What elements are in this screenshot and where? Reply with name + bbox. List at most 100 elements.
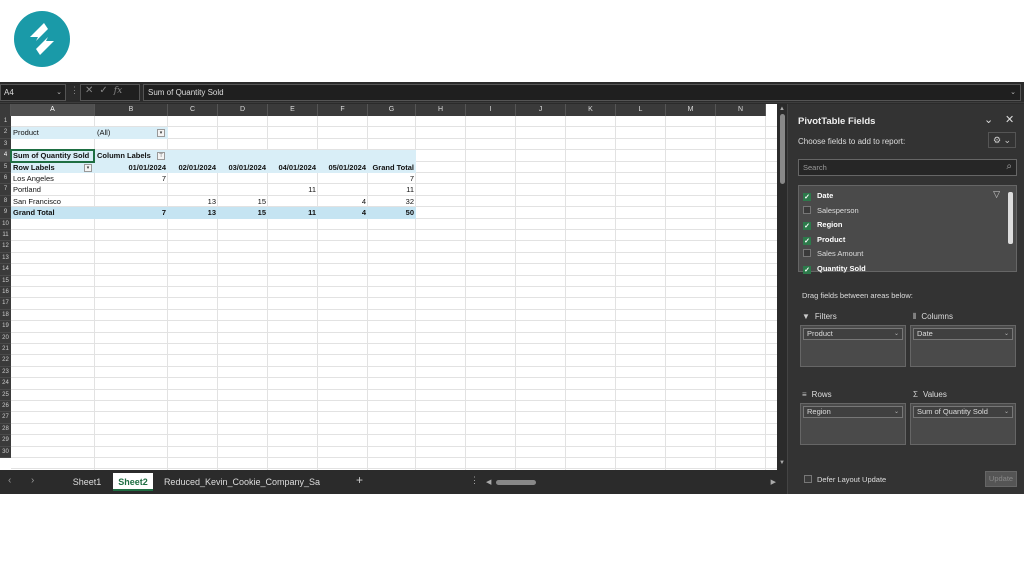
insert-function-icon[interactable]: fx — [114, 86, 122, 96]
row-header[interactable]: 16 — [0, 287, 11, 299]
pivot-filter-label[interactable]: Product — [11, 127, 95, 138]
pivot-value-cell[interactable]: 32 — [368, 196, 416, 207]
filter-icon[interactable]: ⊤ — [157, 152, 165, 161]
pivot-date-header[interactable]: 01/01/2024 — [95, 162, 168, 173]
pivot-value-cell[interactable] — [218, 173, 268, 184]
pivot-total-cell[interactable]: 7 — [95, 207, 168, 218]
scroll-right-icon[interactable]: ▶ — [771, 478, 776, 486]
field-item[interactable]: ✓ Quantity Sold — [803, 262, 866, 275]
pivot-value-cell[interactable]: 13 — [168, 196, 218, 207]
pivot-value-cell[interactable]: 4 — [318, 196, 368, 207]
select-all-corner[interactable] — [0, 104, 11, 116]
defer-layout-checkbox[interactable]: Defer Layout Update — [804, 475, 886, 484]
columns-area[interactable]: Date ⌄ — [910, 325, 1016, 367]
column-header[interactable]: E — [268, 104, 318, 116]
pivot-date-header[interactable]: 04/01/2024 — [268, 162, 318, 173]
pivot-row-label[interactable]: San Francisco — [11, 196, 95, 207]
pivot-value-cell[interactable] — [318, 173, 368, 184]
chevron-down-icon[interactable]: ⌄ — [894, 407, 899, 417]
filters-area[interactable]: Product ⌄ — [800, 325, 906, 367]
row-header[interactable]: 26 — [0, 401, 11, 413]
scroll-thumb[interactable] — [496, 480, 536, 485]
values-area[interactable]: Sum of Quantity Sold ⌄ — [910, 403, 1016, 445]
row-header[interactable]: 14 — [0, 264, 11, 276]
vertical-scrollbar[interactable]: ▲ ▼ — [778, 104, 787, 470]
column-header[interactable]: F — [318, 104, 368, 116]
pivot-value-cell[interactable]: 11 — [368, 184, 416, 195]
horizontal-scrollbar[interactable]: ◀ ▶ — [484, 478, 776, 487]
pivot-date-header[interactable]: 02/01/2024 — [168, 162, 218, 173]
pivot-value-cell[interactable] — [95, 196, 168, 207]
pivot-value-cell[interactable]: 11 — [268, 184, 318, 195]
field-item[interactable]: Sales Amount — [803, 247, 863, 260]
expand-formula-icon[interactable]: ⌄ — [1010, 88, 1016, 96]
scroll-up-icon[interactable]: ▲ — [779, 106, 785, 112]
row-header[interactable]: 11 — [0, 230, 11, 242]
checkbox[interactable]: ✓ — [803, 222, 811, 230]
sheet-tab[interactable]: Reduced_Kevin_Cookie_Company_Sa — [160, 473, 324, 491]
row-header[interactable]: 17 — [0, 298, 11, 310]
row-header[interactable]: 29 — [0, 435, 11, 447]
pivot-date-header[interactable]: 05/01/2024 — [318, 162, 368, 173]
column-header[interactable]: B — [95, 104, 168, 116]
worksheet-grid[interactable]: A B C D E F G H I J K L M N 1 2 3 4 5 6 7 8 9 10 11 12 13 14 15 16 17 1… — [0, 104, 777, 470]
column-header[interactable]: J — [516, 104, 566, 116]
column-header[interactable]: K — [566, 104, 616, 116]
filters-field-pill[interactable]: Product ⌄ — [803, 328, 903, 340]
chevron-down-icon[interactable]: ⌄ — [1004, 407, 1009, 417]
add-sheet-icon[interactable]: + — [356, 473, 363, 487]
pivot-value-cell[interactable] — [95, 184, 168, 195]
chevron-down-icon[interactable]: ⌄ — [56, 88, 62, 96]
checkbox[interactable]: ✓ — [803, 265, 811, 274]
row-header[interactable]: 22 — [0, 355, 11, 367]
chevron-down-icon[interactable]: ⌄ — [984, 113, 993, 126]
enter-icon[interactable]: ✓ — [99, 85, 113, 96]
close-icon[interactable]: ✕ — [1005, 113, 1014, 126]
row-header[interactable]: 28 — [0, 423, 11, 436]
columns-field-pill[interactable]: Date ⌄ — [913, 328, 1013, 340]
pivot-grand-total-label[interactable]: Grand Total — [11, 207, 95, 218]
pivot-value-cell[interactable] — [318, 184, 368, 195]
field-list-scrollbar[interactable] — [1008, 192, 1013, 244]
field-item[interactable]: Salesperson — [803, 204, 859, 217]
pivot-total-cell[interactable]: 4 — [318, 207, 368, 218]
checkbox[interactable] — [804, 475, 812, 483]
column-header[interactable]: N — [716, 104, 766, 116]
next-sheet-icon[interactable]: › — [31, 475, 34, 486]
chevron-down-icon[interactable]: ⌄ — [894, 329, 899, 339]
update-button[interactable]: Update — [985, 471, 1017, 487]
prev-sheet-icon[interactable]: ‹ — [8, 475, 11, 486]
rows-field-pill[interactable]: Region ⌄ — [803, 406, 903, 418]
pivot-value-cell[interactable] — [168, 184, 218, 195]
checkbox[interactable] — [803, 205, 811, 214]
row-header[interactable]: 19 — [0, 321, 11, 333]
pivot-total-cell[interactable]: 11 — [268, 207, 318, 218]
pivot-total-cell[interactable]: 15 — [218, 207, 268, 218]
values-field-pill[interactable]: Sum of Quantity Sold ⌄ — [913, 406, 1013, 418]
pivot-grand-total-header[interactable]: Grand Total — [368, 162, 416, 173]
checkbox[interactable]: ✓ — [803, 193, 811, 201]
sheet-tab[interactable]: Sheet1 — [66, 473, 108, 491]
row-header[interactable]: 23 — [0, 366, 11, 379]
pivot-row-labels[interactable]: Row Labels — [11, 162, 95, 173]
checkbox[interactable]: ✓ — [803, 236, 811, 245]
more-icon[interactable]: ⋮ — [70, 85, 79, 96]
row-header[interactable]: 21 — [0, 344, 11, 356]
row-header[interactable]: 20 — [0, 332, 11, 344]
row-header[interactable]: 10 — [0, 218, 11, 230]
filter-icon[interactable]: ▽ — [993, 189, 1000, 200]
pivot-value-cell[interactable]: 15 — [218, 196, 268, 207]
column-header[interactable]: M — [666, 104, 716, 116]
pivot-value-cell[interactable] — [168, 173, 218, 184]
row-header[interactable]: 18 — [0, 309, 11, 322]
column-header[interactable]: C — [168, 104, 218, 116]
tab-split-handle[interactable]: ⋮ — [470, 475, 479, 486]
pivot-row-label[interactable]: Los Angeles — [11, 173, 95, 184]
row-header[interactable]: 12 — [0, 241, 11, 253]
gear-icon[interactable]: ⚙ ⌄ — [988, 132, 1016, 148]
chevron-down-icon[interactable]: ▾ — [157, 129, 165, 138]
chevron-down-icon[interactable]: ▾ — [84, 163, 92, 172]
name-box[interactable]: A4 ⌄ — [0, 84, 66, 101]
row-header[interactable]: 6 — [0, 173, 11, 185]
pivot-total-cell[interactable]: 13 — [168, 207, 218, 218]
